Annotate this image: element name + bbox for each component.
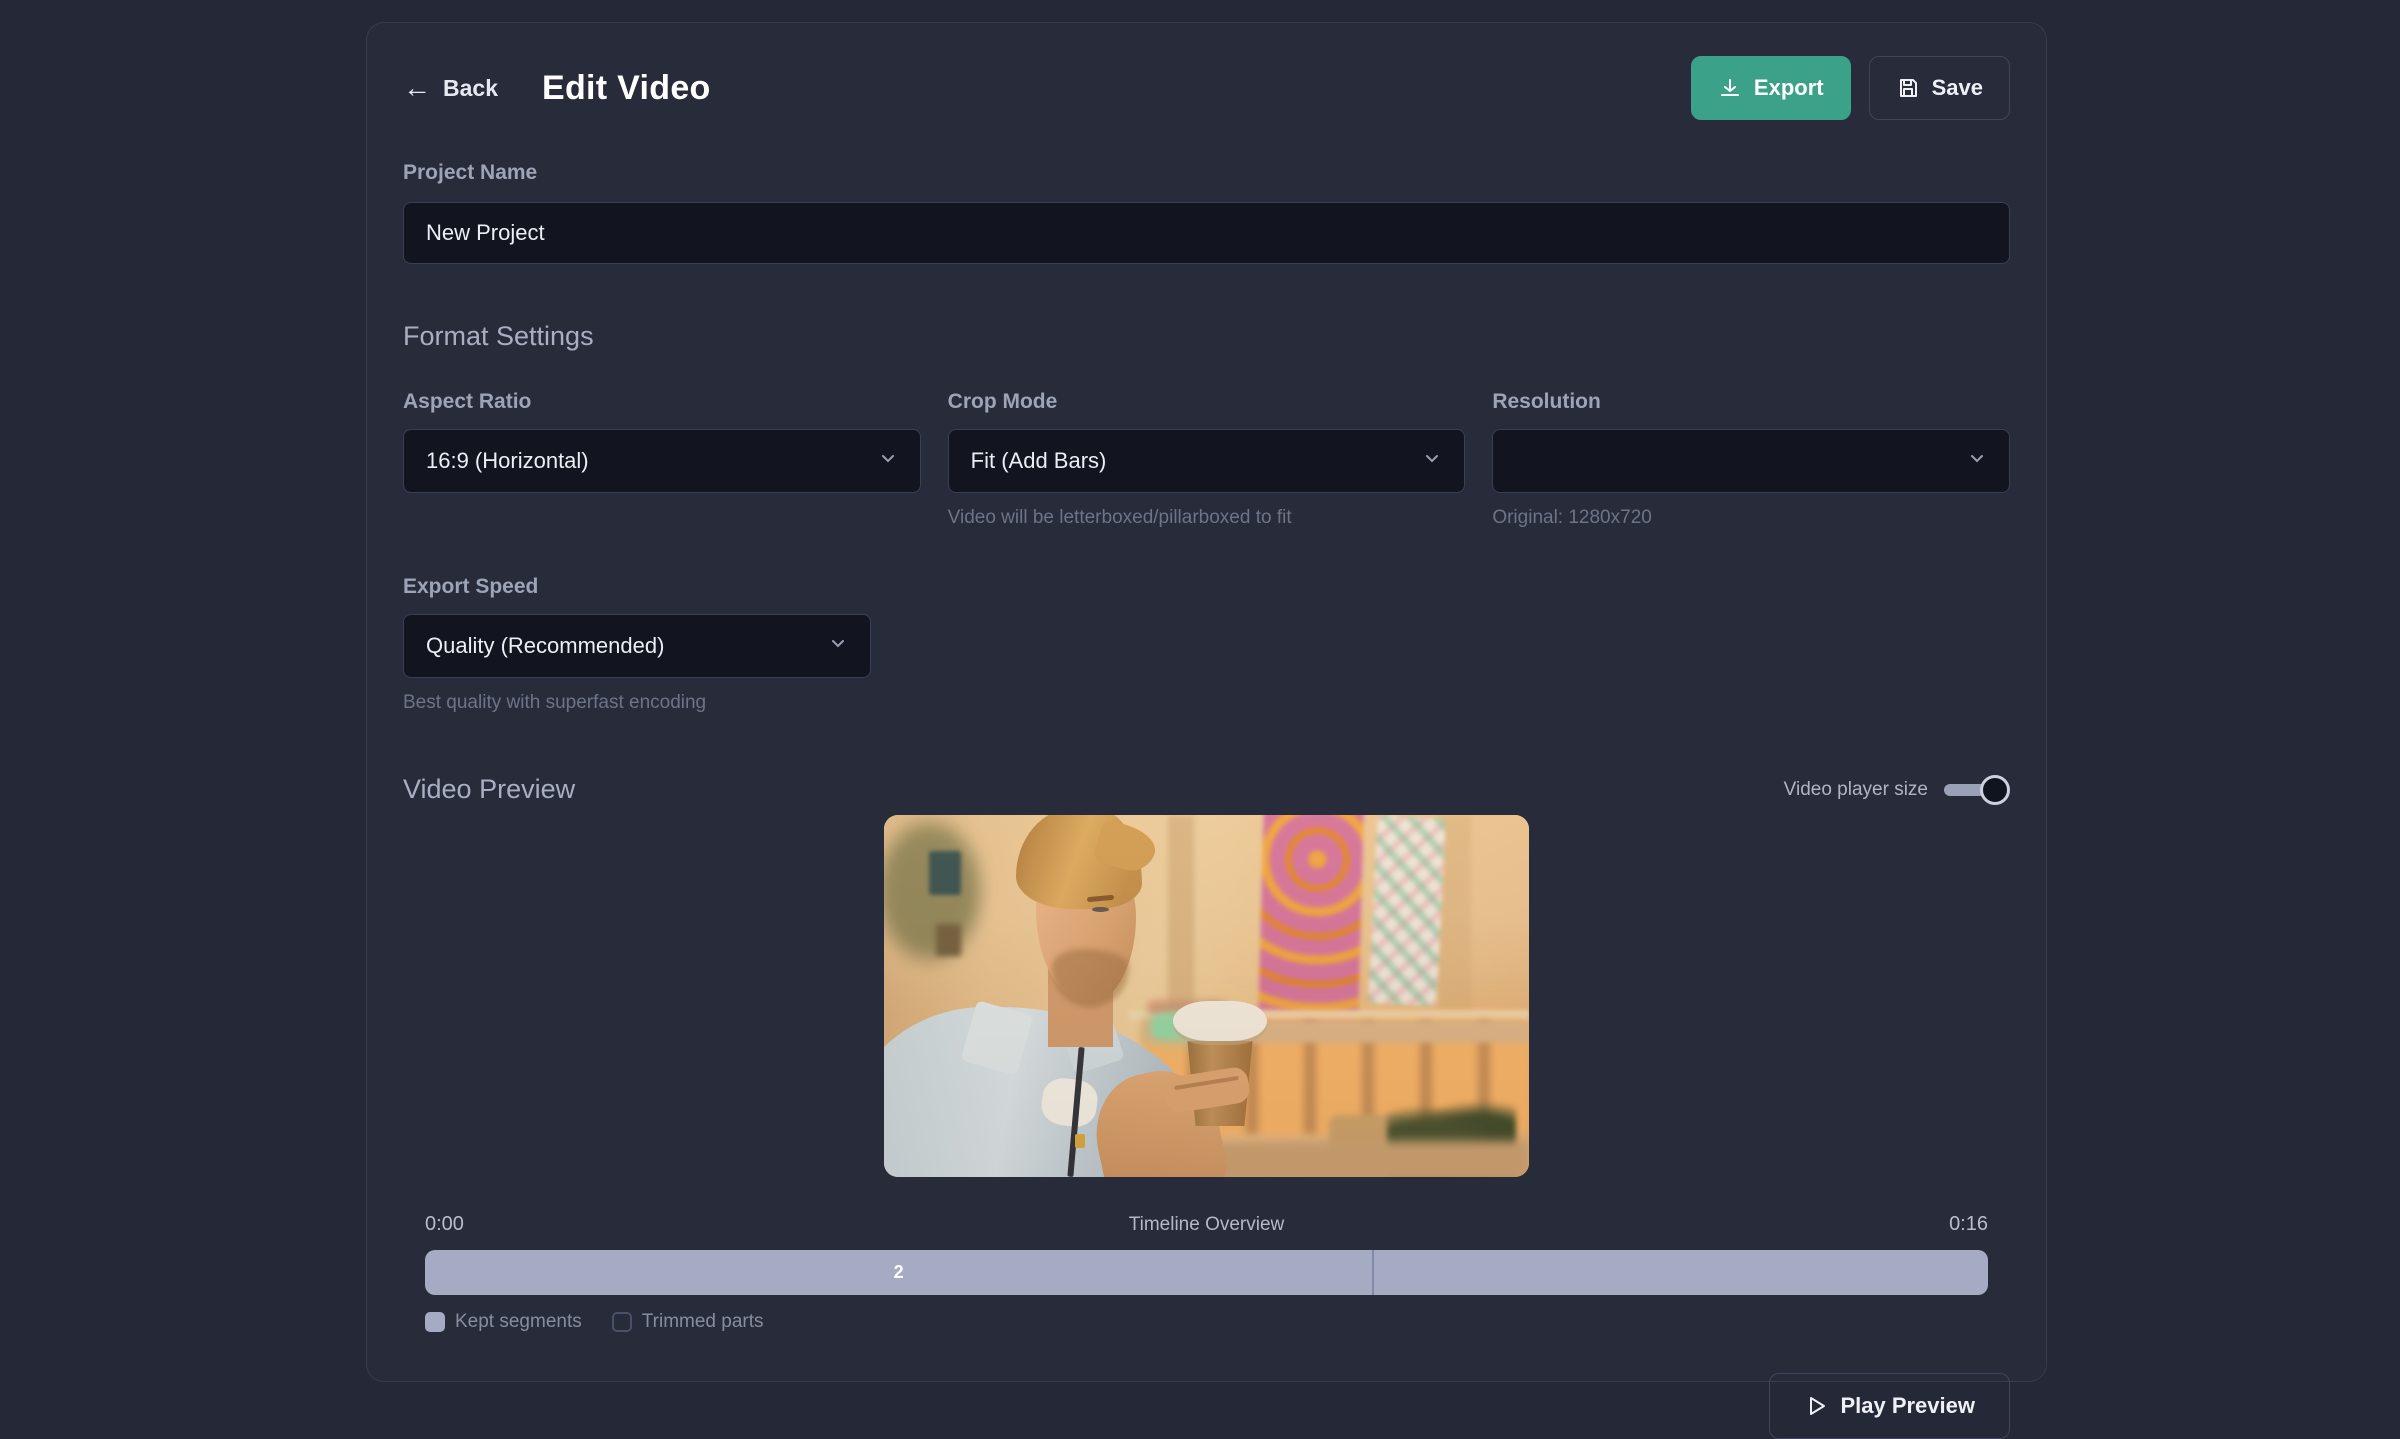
aspect-ratio-select[interactable]: 16:9 (Horizontal) (403, 429, 921, 493)
export-speed-field: Export Speed Quality (Recommended) Best … (403, 575, 871, 714)
video-preview-frame[interactable] (884, 815, 1529, 1177)
crop-mode-select[interactable]: Fit (Add Bars) (948, 429, 1466, 493)
export-speed-select[interactable]: Quality (Recommended) (403, 614, 871, 678)
crop-mode-value: Fit (Add Bars) (971, 448, 1107, 474)
timeline-legend: Kept segments Trimmed parts (425, 1311, 1988, 1333)
back-arrow-icon: ← (403, 74, 431, 102)
timeline-title: Timeline Overview (464, 1214, 1949, 1236)
back-label: Back (443, 75, 498, 102)
video-preview-area (403, 815, 2010, 1177)
download-icon (1718, 76, 1742, 100)
export-speed-hint: Best quality with superfast encoding (403, 692, 871, 714)
timeline-segment[interactable]: 2 (425, 1250, 1372, 1295)
legend-item-trimmed: Trimmed parts (612, 1311, 764, 1333)
resolution-field: Resolution Original: 1280x720 (1492, 390, 2010, 529)
crop-mode-hint: Video will be letterboxed/pillarboxed to… (948, 507, 1466, 529)
kept-segments-swatch (425, 1312, 445, 1332)
timeline-end-time: 0:16 (1949, 1213, 1988, 1236)
project-name-label: Project Name (403, 161, 2010, 185)
page-title: Edit Video (542, 69, 711, 108)
export-speed-label: Export Speed (403, 575, 871, 599)
resolution-label: Resolution (1492, 390, 2010, 414)
slider-knob[interactable] (1980, 775, 2010, 805)
player-size-label: Video player size (1784, 779, 1928, 801)
header: ← Back Edit Video Export Save (403, 56, 2010, 120)
header-actions: Export Save (1691, 56, 2010, 120)
timeline-labels: 0:00 Timeline Overview 0:16 (425, 1213, 1988, 1236)
timeline-section: 0:00 Timeline Overview 0:16 2 (425, 1213, 1988, 1295)
timeline-bar[interactable]: 2 (425, 1250, 1988, 1295)
timeline-start-time: 0:00 (425, 1213, 464, 1236)
play-icon (1804, 1394, 1828, 1418)
legend-label: Kept segments (455, 1311, 582, 1333)
video-preview-title: Video Preview (403, 774, 575, 805)
project-name-input[interactable] (403, 202, 2010, 264)
edit-video-panel: ← Back Edit Video Export Save (366, 22, 2047, 1382)
export-button[interactable]: Export (1691, 56, 1851, 120)
play-preview-label: Play Preview (1840, 1393, 1975, 1419)
export-speed-value: Quality (Recommended) (426, 633, 664, 659)
chevron-down-icon (828, 633, 848, 659)
player-size-control: Video player size (1784, 775, 2010, 805)
export-label: Export (1754, 75, 1824, 101)
legend-label: Trimmed parts (642, 1311, 764, 1333)
save-icon (1896, 76, 1920, 100)
chevron-down-icon (878, 448, 898, 474)
play-preview-button[interactable]: Play Preview (1769, 1373, 2010, 1439)
segment-label: 2 (894, 1262, 904, 1283)
player-size-slider[interactable] (1944, 775, 2010, 805)
format-settings-grid: Aspect Ratio 16:9 (Horizontal) Crop Mode… (403, 390, 2010, 529)
legend-item-kept: Kept segments (425, 1311, 582, 1333)
resolution-select[interactable] (1492, 429, 2010, 493)
aspect-ratio-hint (403, 507, 921, 529)
crop-mode-field: Crop Mode Fit (Add Bars) Video will be l… (948, 390, 1466, 529)
save-button[interactable]: Save (1869, 56, 2010, 120)
timeline-segment[interactable] (1372, 1250, 1988, 1295)
preview-header: Video Preview Video player size (403, 774, 2010, 805)
save-label: Save (1932, 75, 1983, 101)
chevron-down-icon (1422, 448, 1442, 474)
trimmed-parts-swatch (612, 1312, 632, 1332)
footer: Play Preview (403, 1373, 2010, 1439)
video-art-layer (884, 815, 1529, 1177)
aspect-ratio-value: 16:9 (Horizontal) (426, 448, 589, 474)
format-settings-title: Format Settings (403, 321, 2010, 352)
crop-mode-label: Crop Mode (948, 390, 1466, 414)
resolution-hint: Original: 1280x720 (1492, 507, 2010, 529)
aspect-ratio-field: Aspect Ratio 16:9 (Horizontal) (403, 390, 921, 529)
back-button[interactable]: ← Back (403, 74, 498, 102)
chevron-down-icon (1967, 448, 1987, 474)
aspect-ratio-label: Aspect Ratio (403, 390, 921, 414)
